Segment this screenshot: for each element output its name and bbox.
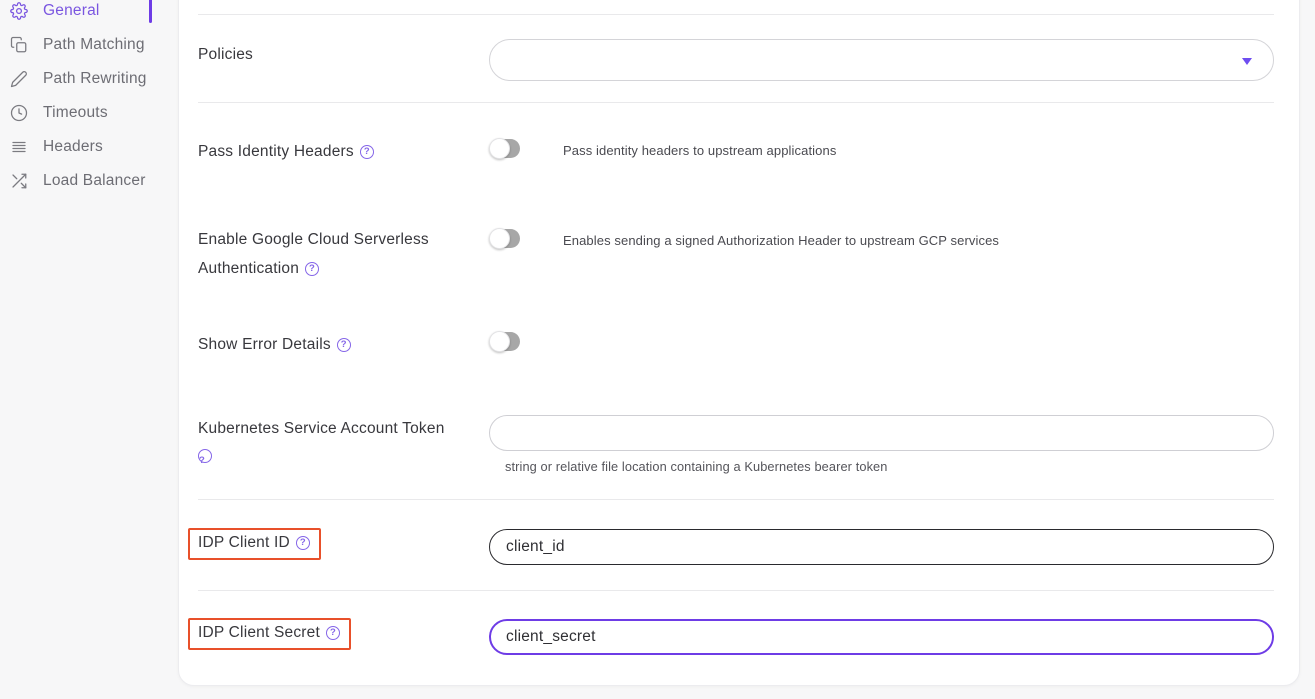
sidebar-item-load-balancer[interactable]: Load Balancer xyxy=(0,164,152,198)
annotation-highlight-box: IDP Client Secret xyxy=(188,618,351,650)
sidebar-item-label: Timeouts xyxy=(43,104,108,122)
show-error-details-label: Show Error Details xyxy=(198,332,489,356)
show-error-details-toggle[interactable] xyxy=(489,332,520,351)
help-icon[interactable] xyxy=(305,262,319,276)
sidebar-item-headers[interactable]: Headers xyxy=(0,130,152,164)
sidebar-item-path-matching[interactable]: Path Matching xyxy=(0,28,152,62)
section-divider xyxy=(198,499,1274,500)
gcp-serverless-auth-row: Enable Google Cloud Serverless Authentic… xyxy=(198,229,1274,283)
help-icon[interactable] xyxy=(326,626,340,640)
pass-identity-headers-description: Pass identity headers to upstream applic… xyxy=(563,142,836,159)
pass-identity-headers-toggle[interactable] xyxy=(489,139,520,158)
section-divider xyxy=(198,14,1274,15)
policies-row: Policies xyxy=(198,39,1274,81)
idp-client-secret-input[interactable] xyxy=(489,619,1274,655)
k8s-service-account-token-label: Kubernetes Service Account Token xyxy=(198,415,489,463)
gcp-serverless-auth-toggle[interactable] xyxy=(489,229,520,248)
sidebar-item-timeouts[interactable]: Timeouts xyxy=(0,96,152,130)
rows-icon xyxy=(10,138,28,156)
k8s-service-account-token-input[interactable] xyxy=(489,415,1274,451)
general-settings-panel: Policies Pass Identity Headers Pass iden… xyxy=(178,0,1300,686)
shuffle-icon xyxy=(10,172,28,190)
sidebar-item-general[interactable]: General xyxy=(0,0,152,28)
help-icon[interactable] xyxy=(360,145,374,159)
clock-icon xyxy=(10,104,28,122)
policies-label: Policies xyxy=(198,39,489,66)
sidebar-item-label: General xyxy=(43,2,100,20)
k8s-service-account-token-row: Kubernetes Service Account Token string … xyxy=(198,415,1274,473)
help-icon[interactable] xyxy=(337,338,351,352)
sidebar-item-path-rewriting[interactable]: Path Rewriting xyxy=(0,62,152,96)
idp-client-id-label: IDP Client ID xyxy=(198,528,489,560)
gcp-serverless-auth-label: Enable Google Cloud Serverless Authentic… xyxy=(198,225,489,283)
sidebar-item-label: Path Matching xyxy=(43,36,145,54)
help-icon[interactable] xyxy=(198,449,212,463)
policies-select[interactable] xyxy=(489,39,1274,81)
sidebar-item-label: Headers xyxy=(43,138,103,156)
sidebar-nav-list: General Path Matching Path Rewriting Tim… xyxy=(0,0,178,198)
help-icon[interactable] xyxy=(296,536,310,550)
annotation-highlight-box: IDP Client ID xyxy=(188,528,321,560)
idp-client-secret-label: IDP Client Secret xyxy=(198,618,489,650)
idp-client-secret-row: IDP Client Secret xyxy=(198,618,1274,655)
settings-sidebar: General Path Matching Path Rewriting Tim… xyxy=(0,0,178,198)
idp-client-id-row: IDP Client ID xyxy=(198,528,1274,565)
active-section-indicator xyxy=(149,0,153,23)
sidebar-item-label: Load Balancer xyxy=(43,172,146,190)
k8s-service-account-token-helper: string or relative file location contain… xyxy=(505,460,1274,473)
pencil-icon xyxy=(10,70,28,88)
section-divider xyxy=(198,590,1274,591)
gear-icon xyxy=(10,2,28,20)
copy-icon xyxy=(10,36,28,54)
show-error-details-row: Show Error Details xyxy=(198,332,1274,356)
pass-identity-headers-row: Pass Identity Headers Pass identity head… xyxy=(198,139,1274,163)
idp-client-id-input[interactable] xyxy=(489,529,1274,565)
sidebar-item-label: Path Rewriting xyxy=(43,70,147,88)
section-divider xyxy=(198,102,1274,103)
gcp-serverless-auth-description: Enables sending a signed Authorization H… xyxy=(563,232,999,249)
chevron-down-icon xyxy=(1242,58,1252,65)
pass-identity-headers-label: Pass Identity Headers xyxy=(198,139,489,163)
